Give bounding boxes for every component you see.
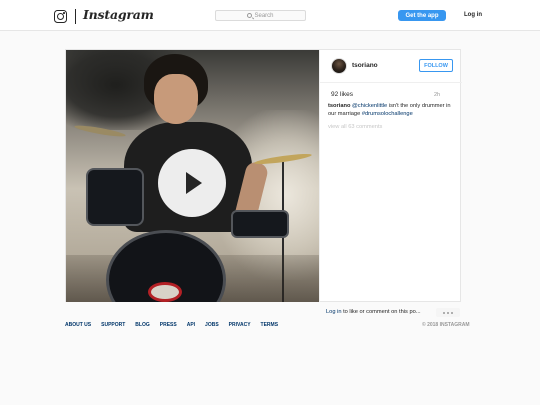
post-header: tsoriano FOLLOW [320, 50, 462, 83]
author-avatar[interactable] [331, 58, 347, 74]
likes-count[interactable]: 92 likes [331, 91, 353, 98]
footer-link-blog[interactable]: BLOG [135, 322, 149, 328]
kick-drum-logo [148, 282, 182, 302]
video-player[interactable] [66, 50, 319, 302]
footer-link-support[interactable]: SUPPORT [101, 322, 125, 328]
drummer-face [154, 74, 198, 124]
footer-link-press[interactable]: PRESS [160, 322, 177, 328]
more-dot [451, 311, 453, 314]
footer-link-privacy[interactable]: PRIVACY [229, 322, 251, 328]
play-button[interactable] [158, 149, 226, 217]
instagram-wordmark[interactable]: Instagram [83, 7, 154, 22]
more-dot [443, 311, 445, 314]
login-to-comment-link[interactable]: Log in [326, 309, 342, 315]
footer-link-jobs[interactable]: JOBS [205, 322, 219, 328]
more-options-icon[interactable] [436, 308, 460, 317]
caption-mention[interactable]: @chickenlittle [352, 103, 387, 109]
post-caption: tsoriano @chickenlittle isn't the only d… [328, 103, 458, 119]
copyright-text: © 2018 INSTAGRAM [422, 322, 470, 328]
footer-link-api[interactable]: API [187, 322, 195, 328]
search-icon [247, 13, 253, 18]
footer-link-about-us[interactable]: ABOUT US [65, 322, 91, 328]
login-link[interactable]: Log in [464, 12, 482, 18]
footer-link-terms[interactable]: TERMS [261, 322, 279, 328]
login-prompt-text: to like or comment on this po... [341, 309, 421, 315]
post-timestamp[interactable]: 2h [434, 92, 440, 98]
logo-divider [75, 9, 76, 24]
top-navigation-bar: Instagram Search Get the app Log in [0, 0, 540, 31]
search-placeholder: Search [254, 12, 274, 19]
login-to-comment-prompt: Log in to like or comment on this po... [326, 309, 421, 315]
drum-snare [231, 210, 289, 238]
get-the-app-button[interactable]: Get the app [398, 10, 446, 21]
view-comments-link[interactable]: view all 63 comments [328, 124, 382, 130]
more-dot [447, 311, 449, 314]
instagram-camera-icon[interactable] [54, 10, 67, 23]
footer-navigation: ABOUT US SUPPORT BLOG PRESS API JOBS PRI… [65, 322, 278, 328]
post-details-panel: tsoriano FOLLOW 92 likes 2h tsoriano @ch… [319, 50, 462, 302]
play-icon [186, 172, 202, 194]
post-card: tsoriano FOLLOW 92 likes 2h tsoriano @ch… [65, 49, 462, 302]
caption-author[interactable]: tsoriano [328, 103, 350, 109]
search-input[interactable]: Search [215, 10, 306, 21]
drum-tom [86, 168, 144, 226]
author-username[interactable]: tsoriano [352, 62, 378, 69]
caption-hashtag[interactable]: #drumsolochallenge [362, 111, 413, 117]
follow-button[interactable]: FOLLOW [419, 59, 453, 72]
